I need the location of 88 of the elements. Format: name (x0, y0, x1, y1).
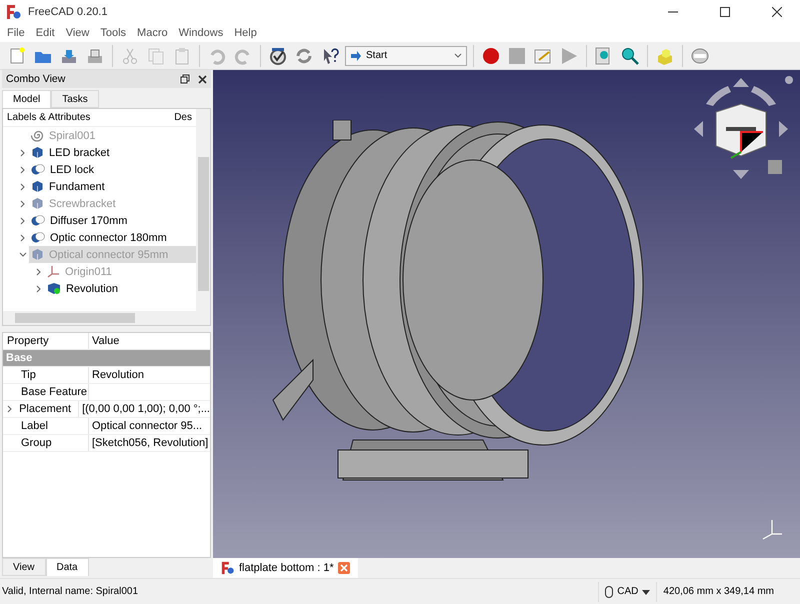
chevron-right-icon (35, 284, 43, 292)
scissors-icon (121, 46, 139, 64)
menu-item[interactable]: Tools (95, 27, 132, 39)
arrow-right-icon (350, 50, 362, 62)
caret-icon (642, 588, 650, 596)
chevron-down-icon (19, 250, 27, 258)
chevron-right-icon (19, 234, 27, 242)
tab[interactable]: Model (2, 90, 52, 108)
horizontal-scrollbar[interactable] (3, 311, 210, 325)
chevron-right-icon (19, 200, 27, 208)
property-name: Group (19, 435, 89, 451)
navigation-style-dropdown[interactable]: CAD (598, 582, 656, 602)
panel-title: Combo View (6, 73, 66, 85)
3d-viewport[interactable] (213, 70, 800, 558)
property-value[interactable]: [(0,00 0,00 1,00); 0,00 °;... (79, 403, 210, 415)
chevron-right-icon (35, 268, 43, 276)
search-icon (621, 46, 639, 64)
menu-item[interactable]: Macro (132, 27, 174, 39)
close-icon (772, 7, 782, 17)
tree-item[interactable]: LED bracket (29, 144, 114, 161)
column-header: Property (3, 333, 89, 349)
workbench-dropdown[interactable]: Start (345, 46, 467, 66)
cube-icon (31, 146, 44, 159)
chevron-right-icon (19, 182, 27, 190)
menu-item[interactable]: Windows (174, 27, 230, 39)
play-icon (560, 46, 578, 64)
tree-item[interactable]: Fundament (29, 178, 109, 195)
clipboard-icon (173, 46, 191, 64)
undock-icon (180, 74, 190, 84)
undo-icon (208, 46, 226, 64)
sphere-icon (31, 163, 45, 176)
tree-item[interactable]: Revolution (45, 280, 122, 297)
new-document-icon (8, 46, 26, 64)
stop-icon (508, 46, 526, 64)
axes-icon (47, 265, 60, 278)
mouse-icon (605, 586, 614, 598)
property-value[interactable]: Revolution (89, 369, 210, 381)
close-icon (198, 74, 207, 84)
sphere-icon (31, 231, 45, 244)
sphere-icon (31, 214, 45, 227)
copy-icon (147, 46, 165, 64)
window-title: FreeCAD 0.20.1 (28, 6, 108, 18)
view-box-icon (691, 46, 709, 64)
refresh-icon (295, 46, 313, 64)
property-value[interactable]: [Sketch056, Revolution] (89, 437, 210, 449)
scrollbar[interactable] (196, 109, 210, 311)
chevron-right-icon (19, 166, 27, 174)
tab[interactable]: Tasks (51, 90, 99, 108)
printer-icon (86, 46, 104, 64)
menu-item[interactable]: File (2, 27, 31, 39)
column-header[interactable]: Des (170, 112, 196, 123)
property-name: Label (19, 418, 89, 434)
revolved-solid-icon (47, 282, 61, 295)
tree-item[interactable]: LED lock (29, 161, 98, 178)
close-icon (338, 562, 350, 574)
property-value[interactable]: Optical connector 95... (89, 420, 210, 432)
chevron-right-icon (6, 405, 14, 413)
chevron-right-icon (19, 216, 27, 224)
check-circle-icon (269, 46, 287, 64)
help-pointer-icon (321, 46, 339, 64)
tab[interactable]: Data (46, 558, 89, 576)
tree-item[interactable]: Diffuser 170mm (29, 212, 132, 229)
column-header[interactable]: Labels & Attributes (3, 112, 170, 123)
app-logo-icon (6, 4, 22, 20)
chevron-down-icon (454, 52, 462, 60)
record-icon (482, 46, 500, 64)
notepad-pencil-icon (534, 46, 552, 64)
property-name: Placement (17, 401, 80, 417)
document-tab[interactable]: flatplate bottom : 1* (213, 558, 358, 578)
spiral-icon (31, 129, 44, 142)
tab[interactable]: View (2, 558, 46, 576)
column-header: Value (91, 335, 120, 347)
cube-icon (31, 180, 44, 193)
status-message: Valid, Internal name: Spiral001 (1, 586, 140, 597)
stacked-blocks-icon (656, 46, 674, 64)
chevron-right-icon (19, 148, 27, 156)
redo-icon (234, 46, 252, 64)
property-name: Base Feature (19, 384, 89, 400)
cube-icon (31, 248, 44, 261)
tree-item[interactable]: Optic connector 180mm (29, 229, 171, 246)
menu-item[interactable]: Help (229, 27, 263, 39)
dimensions-readout: 420,06 mm x 349,14 mm (656, 582, 780, 602)
maximize-icon (720, 7, 730, 17)
cube-icon (31, 197, 44, 210)
app-logo-icon (221, 561, 235, 575)
property-name: Tip (19, 367, 89, 383)
menu-item[interactable]: View (60, 27, 96, 39)
menu-item[interactable]: Edit (30, 27, 61, 39)
